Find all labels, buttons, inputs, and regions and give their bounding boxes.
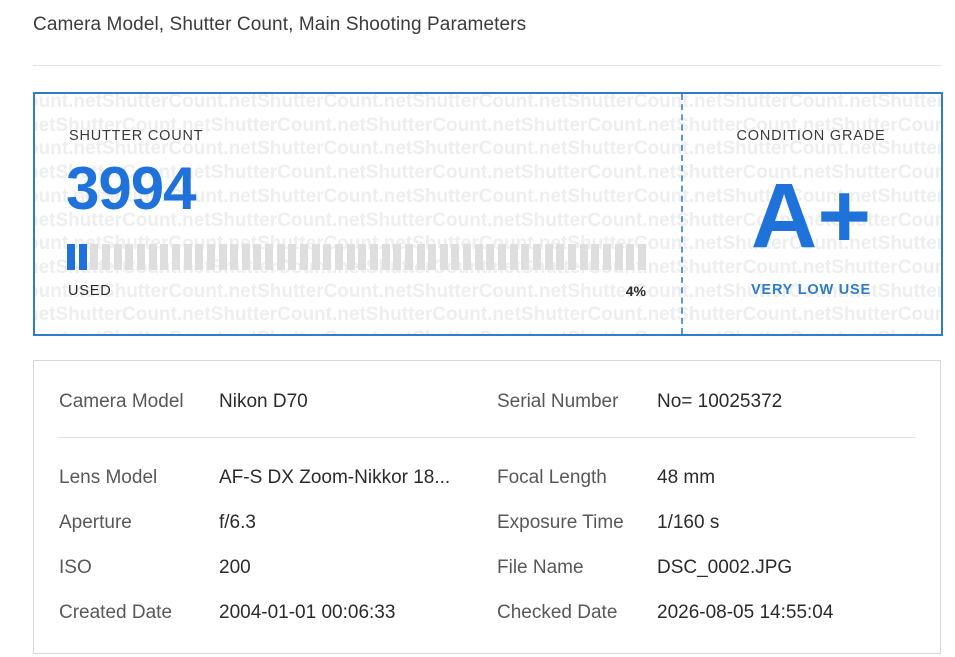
checked-date-value: 2026-08-05 14:55:04 — [657, 602, 834, 623]
usage-segment-empty — [311, 244, 320, 270]
usage-segment-empty — [486, 244, 495, 270]
created-date-label: Created Date — [59, 602, 173, 623]
file-name-label: File Name — [497, 557, 584, 578]
usage-segment-empty — [509, 244, 518, 270]
watermark-line: ount.netShutterCount.netShutterCount.net… — [33, 92, 943, 112]
usage-segment-empty — [334, 244, 343, 270]
usage-segment-empty — [323, 244, 332, 270]
usage-segment-empty — [90, 244, 99, 270]
camera-model-value: Nikon D70 — [219, 391, 308, 412]
usage-segment-empty — [567, 244, 576, 270]
details-divider — [58, 437, 916, 438]
shutter-card: ount.netShutterCount.netShutterCount.net… — [33, 92, 943, 336]
usage-segment-empty — [276, 244, 285, 270]
condition-grade-label: CONDITION GRADE — [736, 128, 886, 144]
usage-segment-empty — [451, 244, 460, 270]
usage-segment-empty — [183, 244, 192, 270]
usage-bar — [67, 244, 649, 270]
usage-segment-empty — [428, 244, 437, 270]
used-percent: 4% — [625, 283, 646, 299]
watermark-line: netShutterCount.netShutterCount.netShutt… — [33, 304, 941, 326]
usage-segment-empty — [206, 244, 215, 270]
iso-value: 200 — [219, 557, 251, 578]
usage-segment-empty — [393, 244, 402, 270]
usage-segment-empty — [148, 244, 157, 270]
usage-segment-filled — [67, 244, 75, 270]
usage-segment-empty — [439, 244, 448, 270]
condition-grade-value: A+ — [750, 165, 872, 267]
usage-segment-empty — [591, 244, 600, 270]
usage-segment-empty — [265, 244, 274, 270]
usage-segment-empty — [626, 244, 635, 270]
usage-segment-empty — [136, 244, 145, 270]
shutter-count-label: SHUTTER COUNT — [69, 128, 204, 144]
usage-segment-empty — [241, 244, 250, 270]
usage-segment-empty — [556, 244, 565, 270]
watermark-line: ount.netShutterCount.netShutterCount.net… — [35, 327, 941, 334]
created-date-value: 2004-01-01 00:06:33 — [219, 602, 396, 623]
usage-segment-empty — [602, 244, 611, 270]
aperture-label: Aperture — [59, 512, 132, 533]
usage-segment-empty — [160, 244, 169, 270]
usage-segment-empty — [533, 244, 541, 270]
usage-segment-empty — [637, 244, 646, 270]
usage-segment-empty — [614, 244, 623, 270]
usage-segment-empty — [474, 244, 483, 270]
usage-segment-empty — [369, 244, 378, 270]
usage-segment-empty — [288, 244, 297, 270]
usage-segment-empty — [358, 244, 367, 270]
usage-segment-empty — [253, 244, 262, 270]
usage-segment-empty — [346, 244, 355, 270]
usage-segment-empty — [125, 244, 134, 270]
serial-number-label: Serial Number — [497, 391, 619, 412]
details-panel: Camera Model Nikon D70 Serial Number No=… — [33, 360, 941, 654]
usage-segment-empty — [416, 244, 425, 270]
exposure-time-label: Exposure Time — [497, 512, 624, 533]
usage-segment-empty — [381, 244, 390, 270]
title-divider — [33, 65, 941, 66]
usage-segment-empty — [300, 244, 308, 270]
usage-segment-empty — [579, 244, 588, 270]
usage-segment-empty — [218, 244, 227, 270]
serial-number-value: No= 10025372 — [657, 391, 783, 412]
usage-segment-empty — [102, 244, 110, 270]
usage-segment-empty — [498, 244, 507, 270]
usage-segment-empty — [171, 244, 180, 270]
camera-model-label: Camera Model — [59, 391, 184, 412]
exposure-time-value: 1/160 s — [657, 512, 720, 533]
usage-segment-empty — [521, 244, 530, 270]
usage-segment-empty — [544, 244, 553, 270]
lens-model-value: AF-S DX Zoom-Nikkor 18... — [219, 467, 451, 488]
usage-segment-empty — [113, 244, 122, 270]
lens-model-label: Lens Model — [59, 467, 158, 488]
usage-segment-empty — [463, 244, 472, 270]
usage-segment-filled — [78, 244, 87, 270]
focal-length-label: Focal Length — [497, 467, 607, 488]
iso-label: ISO — [59, 557, 92, 578]
focal-length-value: 48 mm — [657, 467, 716, 488]
aperture-value: f/6.3 — [219, 512, 256, 533]
condition-grade-note: VERY LOW USE — [751, 282, 871, 298]
usage-segment-empty — [230, 244, 239, 270]
used-label: USED — [68, 283, 112, 299]
usage-segment-empty — [195, 244, 204, 270]
page-title: Camera Model, Shutter Count, Main Shooti… — [33, 14, 527, 35]
checked-date-label: Checked Date — [497, 602, 618, 623]
file-name-value: DSC_0002.JPG — [657, 557, 793, 578]
shutter-count-value: 3994 — [66, 155, 196, 222]
usage-segment-empty — [404, 244, 413, 270]
